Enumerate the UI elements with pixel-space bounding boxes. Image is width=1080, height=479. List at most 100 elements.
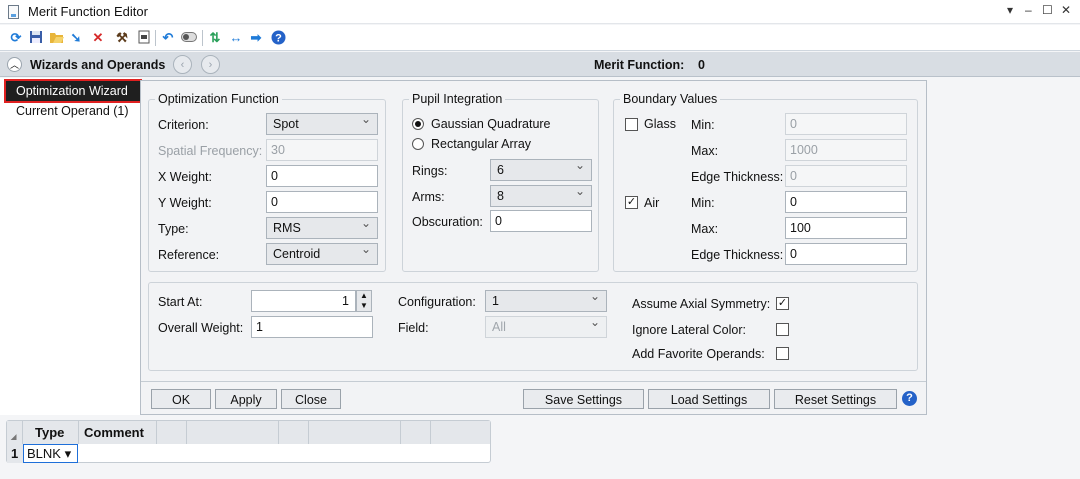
field-select: All — [485, 315, 607, 338]
reset-settings-button[interactable]: Reset Settings — [774, 389, 897, 409]
overall-weight-field[interactable]: 1 — [251, 316, 373, 338]
rings-select[interactable]: 6 — [490, 158, 592, 181]
reference-label: Reference: — [158, 248, 220, 262]
forward-nav-button[interactable]: › — [201, 55, 220, 74]
spin-down-icon[interactable]: ▼ — [357, 301, 371, 311]
wand-icon[interactable]: ⚒ — [114, 29, 130, 45]
configuration-label: Configuration: — [398, 295, 476, 309]
grid-header-empty[interactable] — [157, 421, 187, 444]
nav-item-optimization-wizard[interactable]: Optimization Wizard — [4, 79, 142, 103]
air-checkbox[interactable]: ✓ — [625, 196, 638, 209]
air-edge-field[interactable]: 0 — [785, 243, 907, 265]
grid-header-type[interactable]: Type — [23, 421, 79, 444]
close-window-button[interactable]: ✕ — [1061, 3, 1071, 17]
air-max-label: Max: — [691, 222, 719, 236]
toolbar-separator — [155, 30, 156, 46]
toggle-icon[interactable] — [181, 29, 197, 45]
obscuration-field[interactable]: 0 — [490, 210, 592, 232]
minimize-button[interactable]: – — [1025, 3, 1032, 17]
svg-text:?: ? — [275, 32, 282, 44]
grid-header-empty[interactable] — [279, 421, 309, 444]
pupil-integration-title: Pupil Integration — [409, 92, 506, 106]
air-max-field[interactable]: 100 — [785, 217, 907, 239]
grid-header-comment[interactable]: Comment — [79, 421, 157, 444]
glass-max-field: 1000 — [785, 139, 907, 161]
y-weight-field[interactable]: 0 — [266, 191, 378, 213]
merit-function-value: 0 — [698, 58, 705, 72]
criterion-label: Criterion: — [158, 118, 209, 132]
obscuration-label: Obscuration: — [412, 215, 483, 229]
reference-select[interactable]: Centroid — [266, 242, 378, 265]
rings-label: Rings: — [412, 164, 448, 178]
criterion-select[interactable]: Spot — [266, 112, 378, 135]
axial-symmetry-label: Assume Axial Symmetry: — [632, 297, 771, 311]
help-icon[interactable]: ? — [270, 29, 286, 45]
save-icon[interactable] — [28, 29, 44, 45]
configuration-select[interactable]: 1 — [485, 289, 607, 312]
undo-icon[interactable]: ↶ — [160, 29, 176, 45]
x-weight-field[interactable]: 0 — [266, 165, 378, 187]
ignore-lateral-color-checkbox[interactable] — [776, 323, 789, 336]
section-header: ︿ Wizards and Operands ‹ › Merit Functio… — [0, 52, 1080, 77]
axial-symmetry-checkbox[interactable]: ✓ — [776, 297, 789, 310]
button-bar-divider — [141, 381, 926, 382]
glass-min-field: 0 — [785, 113, 907, 135]
type-label: Type: — [158, 222, 189, 236]
arms-select[interactable]: 8 — [490, 184, 592, 207]
collapse-icon[interactable]: ︿ — [7, 57, 22, 72]
forward-arrow-icon[interactable]: ➡ — [248, 29, 264, 45]
merit-function-label: Merit Function: — [594, 58, 685, 72]
spatial-frequency-label: Spatial Frequency: — [158, 144, 263, 158]
field-label: Field: — [398, 321, 429, 335]
grid-header-empty[interactable] — [187, 421, 279, 444]
delete-icon[interactable]: ✕ — [90, 29, 106, 45]
help-icon[interactable]: ? — [902, 391, 917, 406]
add-favorite-operands-label: Add Favorite Operands: — [632, 347, 765, 361]
grid-header-empty[interactable] — [431, 421, 490, 444]
toolbar-separator — [202, 30, 203, 46]
rectangular-array-radio[interactable] — [412, 138, 424, 150]
air-min-label: Min: — [691, 196, 715, 210]
nav-item-current-operand[interactable]: Current Operand (1) — [16, 104, 129, 118]
title-bar: Merit Function Editor ▾ – ☐ ✕ — [0, 0, 1080, 24]
grid-row-number: 1 — [7, 444, 23, 463]
glass-edge-label: Edge Thickness: — [691, 170, 784, 184]
merge-icon[interactable]: ↔ — [228, 29, 244, 45]
load-settings-button[interactable]: Load Settings — [648, 389, 770, 409]
grid-corner: ◢ — [7, 421, 23, 444]
spatial-frequency-field: 30 — [266, 139, 378, 161]
wizard-panel: Optimization Function Criterion: Spot Sp… — [140, 80, 927, 415]
start-at-field[interactable]: 1 — [251, 290, 356, 312]
optimization-function-title: Optimization Function — [155, 92, 282, 106]
type-select[interactable]: RMS — [266, 216, 378, 239]
air-edge-label: Edge Thickness: — [691, 248, 784, 262]
open-folder-icon[interactable] — [48, 29, 64, 45]
operand-grid: ◢ Type Comment 1 BLNK ▾ — [6, 420, 491, 463]
window-menu-button[interactable]: ▾ — [1007, 3, 1013, 17]
grid-header-empty[interactable] — [401, 421, 431, 444]
start-at-spinner[interactable]: ▲ ▼ — [356, 290, 372, 312]
apply-button[interactable]: Apply — [215, 389, 277, 409]
add-favorite-operands-checkbox[interactable] — [776, 347, 789, 360]
glass-checkbox[interactable] — [625, 118, 638, 131]
back-nav-button[interactable]: ‹ — [173, 55, 192, 74]
glass-label: Glass — [644, 117, 676, 131]
gaussian-quadrature-radio[interactable] — [412, 118, 424, 130]
page-icon[interactable] — [136, 29, 152, 45]
close-button[interactable]: Close — [281, 389, 341, 409]
grid-header-empty[interactable] — [309, 421, 401, 444]
window-title: Merit Function Editor — [28, 4, 148, 19]
toolbar: ⟳ ➘ ✕ ⚒ ↶ ⇅ ↔ ➡ ? — [0, 25, 1080, 51]
y-weight-label: Y Weight: — [158, 196, 212, 210]
glass-edge-field: 0 — [785, 165, 907, 187]
refresh-icon[interactable]: ⟳ — [8, 29, 24, 45]
swap-icon[interactable]: ⇅ — [207, 29, 223, 45]
air-min-field[interactable]: 0 — [785, 191, 907, 213]
insert-arrow-icon[interactable]: ➘ — [68, 29, 84, 45]
operand-type-select[interactable]: BLNK ▾ — [23, 444, 78, 463]
document-icon — [8, 5, 19, 19]
maximize-button[interactable]: ☐ — [1042, 3, 1053, 17]
save-settings-button[interactable]: Save Settings — [523, 389, 644, 409]
ok-button[interactable]: OK — [151, 389, 211, 409]
spin-up-icon[interactable]: ▲ — [357, 291, 371, 301]
